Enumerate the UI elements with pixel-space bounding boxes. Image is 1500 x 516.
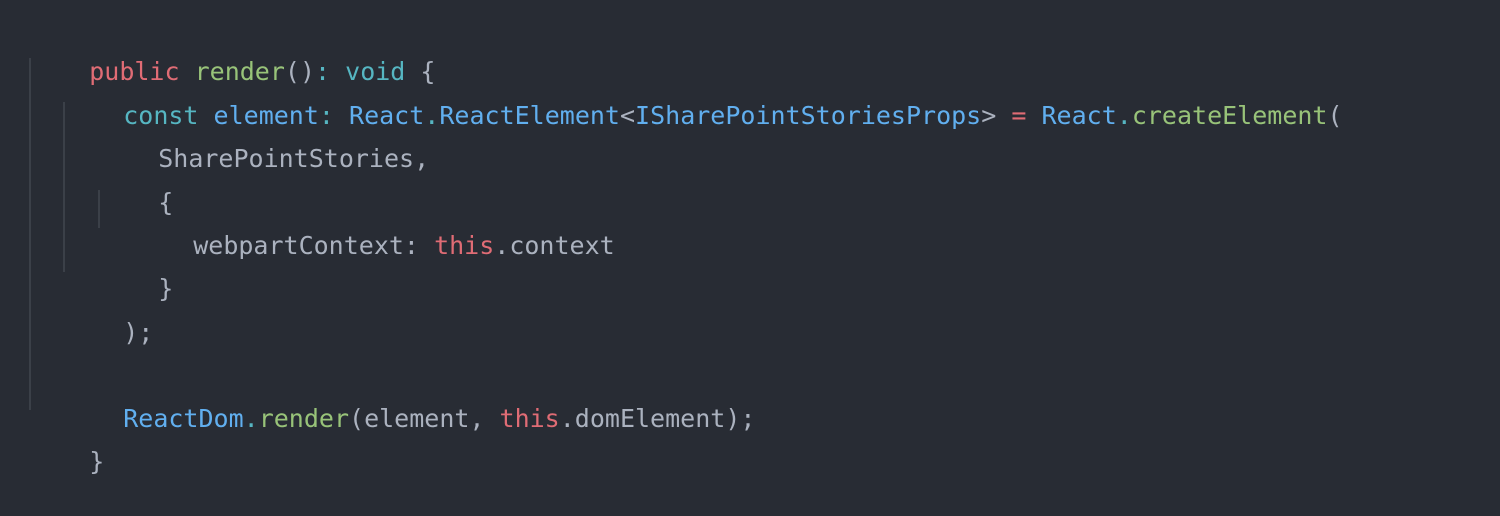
dot: . bbox=[1116, 101, 1132, 130]
code-line-3: SharePointStories, bbox=[98, 105, 429, 173]
code-editor[interactable]: public render(): void { const element: R… bbox=[0, 0, 1500, 476]
react-dom-object: ReactDom bbox=[123, 404, 244, 433]
object-close-brace: } bbox=[158, 274, 174, 303]
call-args-start: (element, bbox=[349, 404, 500, 433]
code-line-10: } bbox=[29, 408, 104, 476]
function-render: render bbox=[258, 404, 350, 433]
assign-operator: = bbox=[1011, 101, 1027, 130]
close-paren-semicolon: ); bbox=[123, 318, 154, 347]
keyword-this: this bbox=[499, 404, 560, 433]
code-line-9: ReactDom.render(element, this.domElement… bbox=[63, 365, 755, 433]
code-line-5: webpartContext: this.context bbox=[133, 192, 614, 260]
code-line-4: { bbox=[98, 149, 173, 217]
angle-open: < bbox=[619, 101, 636, 130]
code-line-1: public render(): void { bbox=[29, 18, 435, 86]
code-line-7: ); bbox=[63, 279, 153, 347]
property-access-context: .context bbox=[494, 231, 615, 260]
open-paren: ( bbox=[1327, 101, 1343, 130]
keyword-this: this bbox=[434, 231, 495, 260]
code-line-6: } bbox=[98, 235, 173, 303]
property-key: webpartContext: bbox=[193, 231, 419, 260]
dot: . bbox=[243, 404, 259, 433]
angle-close: > bbox=[981, 101, 997, 130]
react-object: React bbox=[1041, 101, 1117, 130]
code-line-2: const element: React.ReactElement<IShare… bbox=[63, 62, 1342, 130]
close-brace: } bbox=[89, 447, 105, 476]
function-create-element: createElement bbox=[1131, 101, 1328, 130]
component-reference: SharePointStories, bbox=[158, 144, 430, 173]
call-args-end: .domElement); bbox=[559, 404, 756, 433]
type-react-element: ReactElement bbox=[439, 101, 620, 130]
type-props-interface: ISharePointStoriesProps bbox=[635, 101, 982, 130]
